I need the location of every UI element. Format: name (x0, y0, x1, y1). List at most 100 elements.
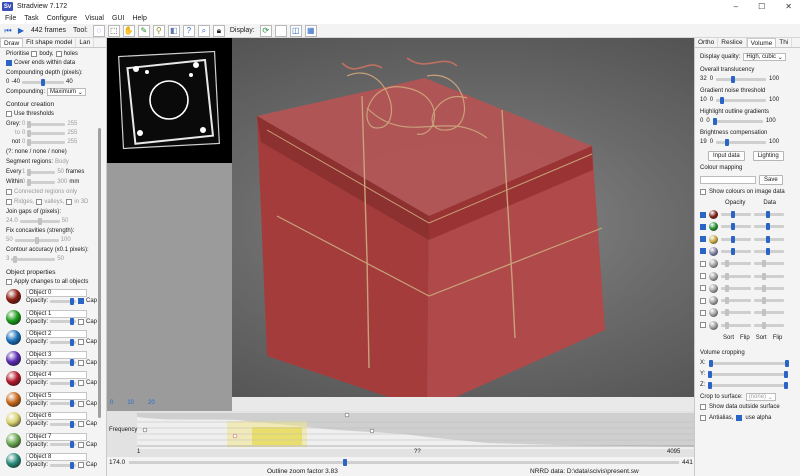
depth-slider[interactable] (22, 78, 65, 86)
colour-map-swatch[interactable] (709, 210, 718, 219)
crop-surface-select[interactable]: (none) ⌄ (745, 393, 776, 401)
menu-configure[interactable]: Configure (47, 15, 77, 22)
use-alpha-checkbox[interactable] (736, 415, 743, 421)
object-name-field[interactable]: Object 4 (26, 371, 87, 379)
menu-task[interactable]: Task (24, 15, 38, 22)
first-frame-icon[interactable]: ⏮ (3, 26, 13, 36)
colour-map-swatch[interactable] (709, 234, 718, 244)
brightness-slider[interactable] (716, 138, 767, 146)
flip-button-2[interactable]: Flip (773, 335, 783, 341)
split-display-icon[interactable]: ◫ (289, 24, 302, 37)
cap-checkbox[interactable] (78, 380, 85, 386)
grid-display-icon[interactable]: ▦ (304, 24, 317, 37)
colour-map-checkbox[interactable] (700, 297, 706, 304)
object-color-swatch[interactable] (6, 289, 21, 304)
colour-opacity-slider[interactable] (721, 321, 751, 329)
not-slider[interactable] (27, 138, 66, 146)
volume-viewport[interactable] (107, 38, 694, 410)
grey-slider[interactable] (27, 120, 66, 128)
apply-all-checkbox[interactable] (6, 279, 12, 285)
colour-data-slider[interactable] (754, 223, 784, 231)
object-name-field[interactable]: Object 8 (26, 453, 87, 461)
transfer-function-panel[interactable]: 0 10 20 Frequency 1 ?? 4095 (107, 397, 694, 457)
colour-data-slider[interactable] (754, 235, 784, 243)
colour-map-checkbox[interactable] (700, 211, 706, 218)
colour-map-swatch[interactable] (709, 308, 718, 318)
pencil-tool-icon[interactable]: ✎ (137, 24, 150, 37)
maximize-button[interactable]: ☐ (758, 2, 765, 11)
blank-display-icon[interactable] (274, 24, 287, 37)
colour-data-slider[interactable] (754, 309, 784, 317)
menu-help[interactable]: Help (132, 15, 146, 22)
tab-reslice[interactable]: Reslice (718, 38, 747, 47)
object-name-field[interactable]: Object 6 (26, 412, 87, 420)
lighting-button[interactable]: Lighting (752, 151, 784, 161)
object-color-swatch[interactable] (6, 412, 21, 427)
refresh-display-icon[interactable]: ⟳ (259, 24, 272, 37)
to-slider[interactable] (27, 129, 66, 137)
colour-data-slider[interactable] (754, 321, 784, 329)
holes-checkbox[interactable] (55, 51, 62, 57)
object-name-field[interactable]: Object 2 (26, 330, 87, 338)
object-opacity-slider[interactable] (50, 441, 77, 448)
colour-opacity-slider[interactable] (721, 272, 751, 280)
object-name-field[interactable]: Object 7 (26, 432, 87, 441)
ridges-checkbox[interactable] (6, 199, 12, 205)
show-outside-checkbox[interactable] (700, 404, 706, 410)
eraser-tool-icon[interactable]: ◧ (167, 24, 180, 37)
cap-checkbox[interactable] (78, 421, 85, 427)
cap-checkbox[interactable] (78, 462, 85, 468)
colour-map-checkbox[interactable] (700, 285, 706, 292)
zoom-tool-icon[interactable]: ⌕ (197, 24, 210, 37)
object-opacity-slider[interactable] (50, 400, 77, 407)
colour-map-checkbox[interactable] (700, 309, 706, 316)
antialias-checkbox[interactable] (700, 415, 706, 421)
valleys-checkbox[interactable] (36, 199, 43, 205)
cap-checkbox[interactable] (78, 339, 85, 345)
highlight-slider[interactable] (712, 117, 763, 125)
colour-data-slider[interactable] (754, 247, 784, 255)
sort-button-2[interactable]: Sort (756, 335, 767, 341)
show-colours-checkbox[interactable] (700, 189, 706, 195)
menu-gui[interactable]: GUI (112, 15, 124, 22)
object-color-swatch[interactable] (6, 391, 21, 407)
colour-map-checkbox[interactable] (700, 223, 706, 230)
object-color-swatch[interactable] (6, 371, 21, 386)
colour-map-checkbox[interactable] (700, 260, 706, 267)
close-button[interactable]: ✕ (785, 2, 792, 11)
colour-opacity-slider[interactable] (721, 247, 751, 255)
noise-slider[interactable] (716, 96, 767, 104)
tab-draw[interactable]: Draw (0, 38, 24, 47)
tab-landmarks[interactable]: Lan (76, 38, 95, 47)
colour-data-slider[interactable] (754, 260, 784, 268)
colour-map-checkbox[interactable] (700, 273, 706, 279)
input-data-button[interactable]: Input data (708, 151, 745, 161)
connected-regions-checkbox[interactable] (6, 189, 12, 195)
object-color-swatch[interactable] (6, 453, 21, 468)
colour-data-slider[interactable] (754, 211, 784, 218)
tab-thickness[interactable]: Thi (776, 38, 793, 47)
translucency-slider[interactable] (716, 75, 767, 83)
colour-data-slider[interactable] (754, 284, 784, 292)
object-name-field[interactable]: Object 5 (26, 391, 87, 400)
contour-accuracy-slider[interactable] (11, 255, 56, 263)
play-icon[interactable]: ▶ (16, 26, 26, 36)
object-opacity-slider[interactable] (50, 379, 77, 387)
menu-visual[interactable]: Visual (85, 15, 104, 22)
colour-map-checkbox[interactable] (700, 236, 706, 243)
crop-y-slider[interactable] (708, 370, 789, 378)
crop-z-slider[interactable] (708, 381, 789, 389)
in3d-checkbox[interactable] (66, 199, 73, 205)
colour-opacity-slider[interactable] (721, 223, 751, 231)
sort-button-1[interactable]: Sort (723, 335, 734, 341)
object-name-field[interactable]: Object 1 (26, 309, 87, 318)
colour-map-checkbox[interactable] (700, 248, 706, 255)
cap-checkbox[interactable] (78, 400, 85, 407)
colour-map-swatch[interactable] (709, 259, 718, 269)
join-gaps-slider[interactable] (19, 217, 60, 225)
colour-opacity-slider[interactable] (721, 235, 751, 243)
save-map-button[interactable]: Save (759, 175, 783, 185)
colour-map-checkbox[interactable] (700, 322, 706, 329)
colour-opacity-slider[interactable] (721, 284, 751, 292)
object-opacity-slider[interactable] (50, 338, 77, 346)
